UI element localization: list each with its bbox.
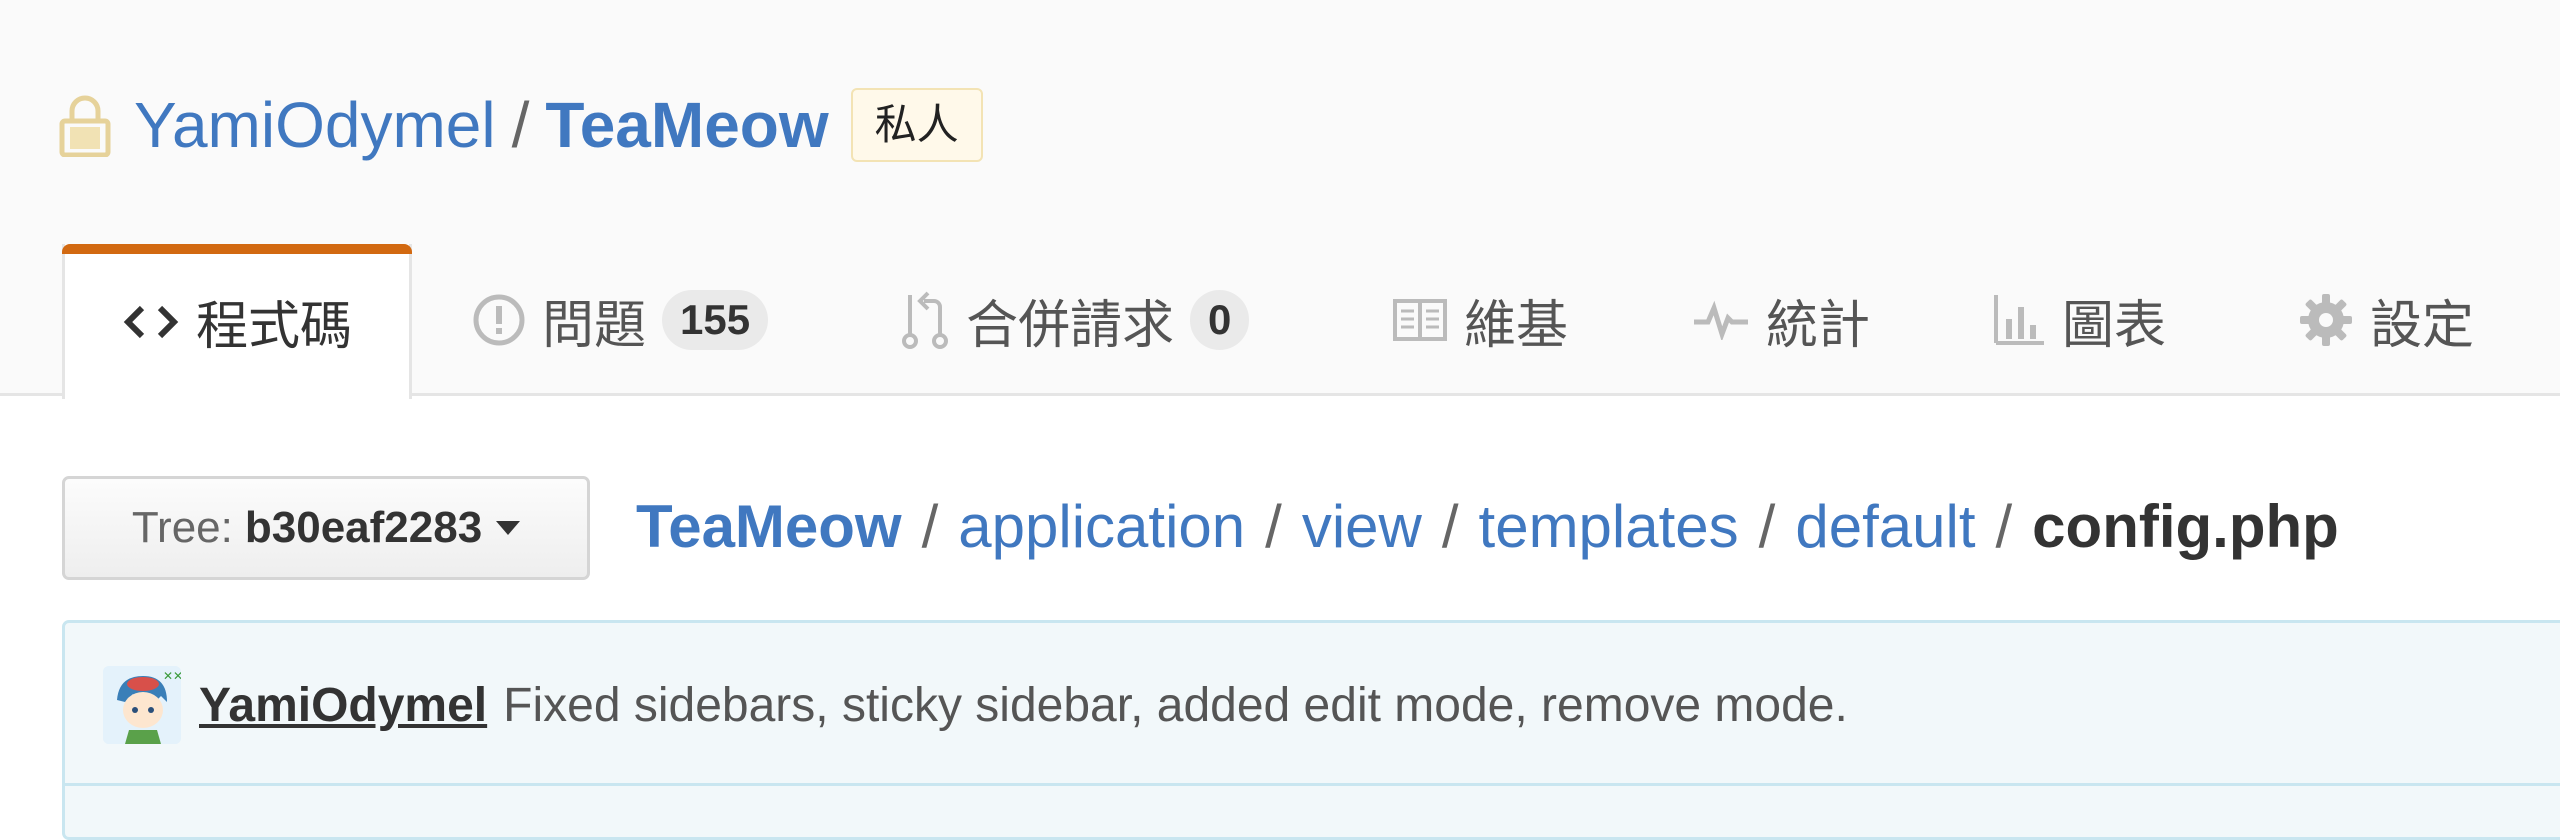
commit-author-link[interactable]: YamiOdymel <box>199 678 487 733</box>
tab-settings[interactable]: 設定 <box>2298 244 2474 396</box>
breadcrumb-current-file: config.php <box>2032 492 2339 560</box>
tab-wiki[interactable]: 維基 <box>1392 244 1568 396</box>
tab-wiki-label: 維基 <box>1464 295 1569 356</box>
pull-requests-counter: 0 <box>1190 290 1250 350</box>
tab-pulse[interactable]: 統計 <box>1692 244 1870 396</box>
commit-box-divider <box>65 783 2560 786</box>
repo-header: YamiOdymel / TeaMeow 私人 程式碼 問題 155 合併請求 … <box>0 0 2560 399</box>
tab-issues-label: 問題 <box>542 295 647 356</box>
tab-pull-requests-label: 合併請求 <box>966 295 1175 356</box>
book-icon <box>1393 299 1447 341</box>
lock-icon <box>59 95 111 157</box>
graph-icon <box>1994 295 2044 345</box>
code-icon <box>123 305 179 338</box>
tree-sha: b30eaf2283 <box>244 503 483 552</box>
private-badge: 私人 <box>850 88 983 162</box>
breadcrumb-separator: / <box>1995 492 2013 560</box>
commit-summary: ✕✕ YamiOdymel Fixed sidebars, sticky sid… <box>103 665 1848 745</box>
tab-pulse-label: 統計 <box>1766 295 1871 356</box>
repo-title-separator: / <box>511 89 530 161</box>
breadcrumb-separator: / <box>921 492 939 560</box>
tree-label: Tree: <box>131 503 233 552</box>
breadcrumb-separator: / <box>1265 492 1282 560</box>
tab-code-label: 程式碼 <box>195 297 352 357</box>
caret-down-icon <box>496 521 521 535</box>
breadcrumb-application-link[interactable]: application <box>958 492 1245 561</box>
repo-title: YamiOdymel / TeaMeow 私人 <box>58 88 983 162</box>
gear-icon <box>2300 294 2352 346</box>
breadcrumb-separator: / <box>1758 492 1776 560</box>
repo-name-link[interactable]: TeaMeow <box>545 88 828 162</box>
breadcrumb-repo-link[interactable]: TeaMeow <box>636 492 902 561</box>
tab-code[interactable]: 程式碼 <box>62 244 412 399</box>
tab-pull-requests[interactable]: 合併請求 0 <box>900 244 1250 396</box>
git-pull-request-icon <box>902 291 948 349</box>
breadcrumb-separator: / <box>1441 492 1459 560</box>
tab-graphs[interactable]: 圖表 <box>1992 244 2166 396</box>
tab-graphs-label: 圖表 <box>2062 295 2167 356</box>
tab-settings-label: 設定 <box>2370 295 2475 356</box>
pulse-icon <box>1694 300 1748 340</box>
commit-message-link[interactable]: Fixed sidebars, sticky sidebar, added ed… <box>503 678 1848 733</box>
latest-commit-box: ✕✕ YamiOdymel Fixed sidebars, sticky sid… <box>62 620 2560 840</box>
avatar-image: ✕✕ <box>103 666 181 744</box>
avatar[interactable]: ✕✕ <box>103 666 181 744</box>
breadcrumb-templates-link[interactable]: templates <box>1479 492 1739 561</box>
svg-text:✕✕: ✕✕ <box>163 669 181 683</box>
branch-tree-select[interactable]: Tree: b30eaf2283 <box>62 476 590 580</box>
breadcrumb-view-link[interactable]: view <box>1302 492 1422 561</box>
breadcrumb-default-link[interactable]: default <box>1795 492 1975 561</box>
tab-issues[interactable]: 問題 155 <box>472 244 769 396</box>
issues-counter: 155 <box>662 290 769 350</box>
file-breadcrumb: TeaMeow / application / view / templates… <box>636 486 2339 566</box>
repo-owner-link[interactable]: YamiOdymel <box>134 88 496 162</box>
issue-opened-icon <box>473 294 525 346</box>
